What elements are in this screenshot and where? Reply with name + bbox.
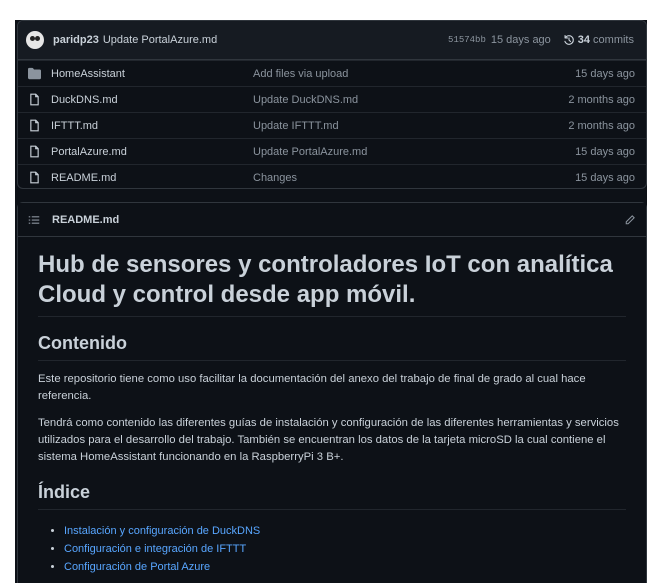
file-row[interactable]: HomeAssistant Add files via upload 15 da… [18,60,646,86]
list-icon[interactable] [28,214,40,226]
readme-filename[interactable]: README.md [52,214,119,226]
commit-author[interactable]: paridp23 [53,34,99,46]
list-item: Instalación y configuración de DuckDNS [64,522,626,540]
file-icon [30,145,39,158]
file-age: 2 months ago [568,93,635,106]
section-heading-indice: Índice [38,482,626,510]
file-icon [30,119,39,132]
list-item: Configuración e integración de IFTTT [64,540,626,558]
file-age: 2 months ago [568,119,635,132]
latest-commit-bar: paridp23 Update PortalAzure.md 51574bb 1… [18,21,646,60]
paragraph: Tendrá como contenido las diferentes guí… [38,417,619,463]
file-commit-message[interactable]: Add files via upload [253,68,575,80]
commit-hash[interactable]: 51574bb [448,35,486,45]
ifttt-link[interactable]: Configuración e integración de IFTTT [64,543,246,555]
file-row[interactable]: PortalAzure.md Update PortalAzure.md 15 … [18,138,646,164]
commit-meta: 51574bb 15 days ago 34 commits [448,34,634,46]
file-age: 15 days ago [575,145,635,158]
file-icon [30,171,39,184]
readme-title: Hub de sensores y controladores IoT con … [38,250,626,317]
file-name[interactable]: PortalAzure.md [51,146,253,158]
pencil-icon[interactable] [624,214,636,226]
paragraph: Este repositorio tiene como uso facilita… [38,373,586,402]
file-name[interactable]: README.md [51,172,253,184]
file-row[interactable]: DuckDNS.md Update DuckDNS.md 2 months ag… [18,86,646,112]
commit-message[interactable]: Update PortalAzure.md [103,34,217,46]
file-row[interactable]: IFTTT.md Update IFTTT.md 2 months ago [18,112,646,138]
file-age: 15 days ago [575,67,635,80]
commit-time: 15 days ago [490,34,551,46]
readme-header: README.md [18,203,646,237]
file-row[interactable]: README.md Changes 15 days ago [18,164,646,188]
file-name[interactable]: DuckDNS.md [51,94,253,106]
file-name[interactable]: HomeAssistant [51,68,253,80]
commit-count[interactable]: 34 [578,34,590,46]
index-list: Instalación y configuración de DuckDNS C… [38,522,626,576]
file-age: 15 days ago [575,171,635,184]
file-icon [30,93,39,106]
file-commit-message[interactable]: Update DuckDNS.md [253,94,568,106]
repo-content: paridp23 Update PortalAzure.md 51574bb 1… [15,20,647,583]
readme-panel: README.md Hub de sensores y controladore… [17,202,647,583]
commit-count-label[interactable]: commits [593,34,634,46]
readme-body: Hub de sensores y controladores IoT con … [18,250,646,576]
duckdns-link[interactable]: Instalación y configuración de DuckDNS [64,525,260,537]
portal-azure-link[interactable]: Configuración de Portal Azure [64,561,210,573]
history-icon [564,34,574,45]
list-item: Configuración de Portal Azure [64,558,626,576]
file-name[interactable]: IFTTT.md [51,120,253,132]
file-commit-message[interactable]: Update IFTTT.md [253,120,568,132]
file-commit-message[interactable]: Changes [253,172,575,184]
avatar[interactable] [26,31,44,49]
file-table: paridp23 Update PortalAzure.md 51574bb 1… [17,20,647,189]
section-heading-contenido: Contenido [38,333,626,361]
folder-icon [28,67,41,80]
file-commit-message[interactable]: Update PortalAzure.md [253,146,575,158]
